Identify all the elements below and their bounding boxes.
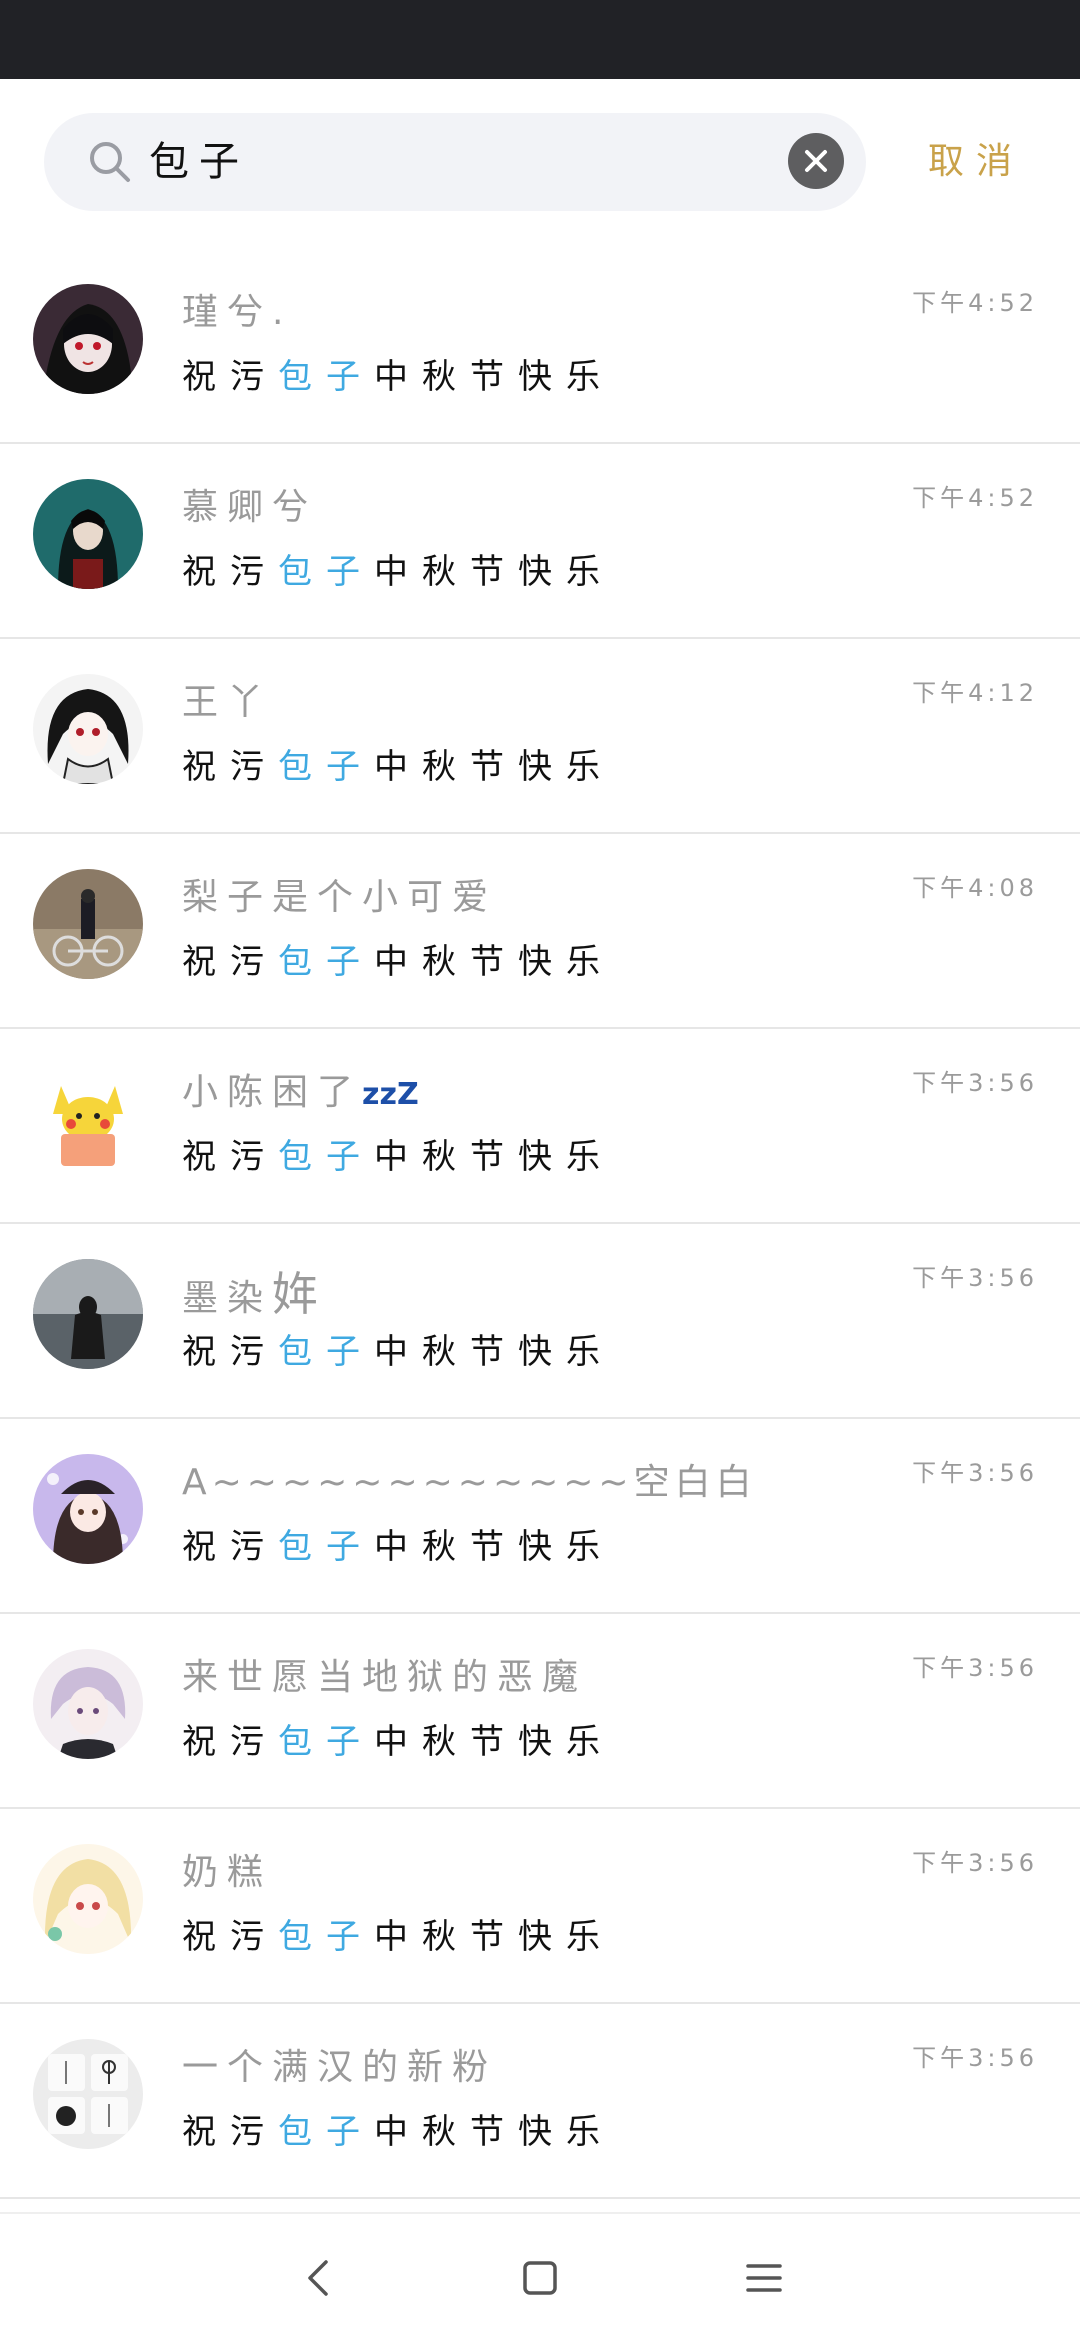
contact-name: 来世愿当地狱的恶魔 [182, 1657, 588, 1698]
contact-name: 瑾兮. [182, 292, 293, 333]
list-item[interactable]: 梨子是个小可爱 下午4:08 祝污包子中秋节快乐 [0, 834, 1080, 1029]
search-header: 包子 取消 [0, 79, 1080, 249]
message-preview: 祝污包子中秋节快乐 [182, 1527, 614, 1567]
list-item[interactable]: 王丫 下午4:12 祝污包子中秋节快乐 [0, 639, 1080, 834]
timestamp: 下午4:08 [912, 874, 1038, 902]
contact-name: 一个满汉的新粉 [182, 2047, 498, 2088]
search-highlight: 包子 [278, 2112, 374, 2152]
status-bar [0, 0, 1080, 79]
message-preview: 祝污包子中秋节快乐 [182, 1917, 614, 1957]
search-highlight: 包子 [278, 1917, 374, 1957]
avatar [33, 1454, 143, 1564]
timestamp: 下午4:52 [912, 289, 1038, 317]
search-highlight: 包子 [278, 747, 374, 787]
message-preview: 祝污包子中秋节快乐 [182, 747, 614, 787]
search-icon [90, 142, 130, 182]
list-item[interactable]: 一个满汉的新粉 下午3:56 祝污包子中秋节快乐 [0, 2004, 1080, 2199]
list-item[interactable]: 墨染姩 下午3:56 祝污包子中秋节快乐 [0, 1224, 1080, 1419]
avatar [33, 2039, 143, 2149]
timestamp: 下午3:56 [912, 1069, 1038, 1097]
list-item[interactable]: 来世愿当地狱的恶魔 下午3:56 祝污包子中秋节快乐 [0, 1614, 1080, 1809]
search-highlight: 包子 [278, 357, 374, 397]
cancel-button[interactable]: 取消 [928, 113, 1024, 211]
name-suffix: 姩 [272, 1267, 319, 1321]
search-highlight: 包子 [278, 1332, 374, 1372]
avatar [33, 1844, 143, 1954]
list-item[interactable]: 慕卿兮 下午4:52 祝污包子中秋节快乐 [0, 444, 1080, 639]
timestamp: 下午3:56 [912, 1459, 1038, 1487]
list-item[interactable]: 瑾兮. 下午4:52 祝污包子中秋节快乐 [0, 249, 1080, 444]
contact-name: 奶糕 [182, 1852, 273, 1893]
search-highlight: 包子 [278, 1527, 374, 1567]
timestamp: 下午3:56 [912, 1849, 1038, 1877]
avatar [33, 1259, 143, 1369]
contact-name: 梨子是个小可爱 [182, 877, 498, 918]
avatar [33, 284, 143, 394]
avatar [33, 869, 143, 979]
search-highlight: 包子 [278, 1722, 374, 1762]
message-preview: 祝污包子中秋节快乐 [182, 357, 614, 397]
message-preview: 祝污包子中秋节快乐 [182, 1722, 614, 1762]
timestamp: 下午3:56 [912, 2044, 1038, 2072]
close-icon [805, 150, 827, 172]
timestamp: 下午4:12 [912, 679, 1038, 707]
search-query: 包子 [149, 139, 249, 185]
avatar [33, 1064, 143, 1174]
avatar [33, 674, 143, 784]
sleep-emoji: zzZ [362, 1077, 419, 1112]
clear-search-button[interactable] [788, 133, 844, 189]
list-item[interactable]: 小陈困了zzZ 下午3:56 祝污包子中秋节快乐 [0, 1029, 1080, 1224]
avatar [33, 1649, 143, 1759]
timestamp: 下午3:56 [912, 1654, 1038, 1682]
contact-name: 墨染姩 [182, 1267, 319, 1321]
message-preview: 祝污包子中秋节快乐 [182, 1332, 614, 1372]
contact-name: 王丫 [182, 682, 273, 723]
search-results-list: 瑾兮. 下午4:52 祝污包子中秋节快乐 慕卿兮 下午4:52 祝污包子中秋节快… [0, 249, 1080, 2199]
list-item[interactable]: 奶糕 下午3:56 祝污包子中秋节快乐 [0, 1809, 1080, 2004]
contact-name: 慕卿兮 [182, 487, 318, 528]
back-icon[interactable] [296, 2254, 344, 2302]
search-highlight: 包子 [278, 552, 374, 592]
navigation-bar [0, 2212, 1080, 2342]
message-preview: 祝污包子中秋节快乐 [182, 2112, 614, 2152]
timestamp: 下午4:52 [912, 484, 1038, 512]
search-input[interactable]: 包子 [44, 113, 866, 211]
search-highlight: 包子 [278, 942, 374, 982]
message-preview: 祝污包子中秋节快乐 [182, 942, 614, 982]
contact-name: A~~~~~~~~~~~~空白白 [182, 1462, 757, 1503]
message-preview: 祝污包子中秋节快乐 [182, 552, 614, 592]
timestamp: 下午3:56 [912, 1264, 1038, 1292]
contact-name: 小陈困了zzZ [182, 1072, 419, 1113]
message-preview: 祝污包子中秋节快乐 [182, 1137, 614, 1177]
list-item[interactable]: A~~~~~~~~~~~~空白白 下午3:56 祝污包子中秋节快乐 [0, 1419, 1080, 1614]
search-highlight: 包子 [278, 1137, 374, 1177]
avatar [33, 479, 143, 589]
menu-icon[interactable] [740, 2254, 788, 2302]
home-icon[interactable] [516, 2254, 564, 2302]
